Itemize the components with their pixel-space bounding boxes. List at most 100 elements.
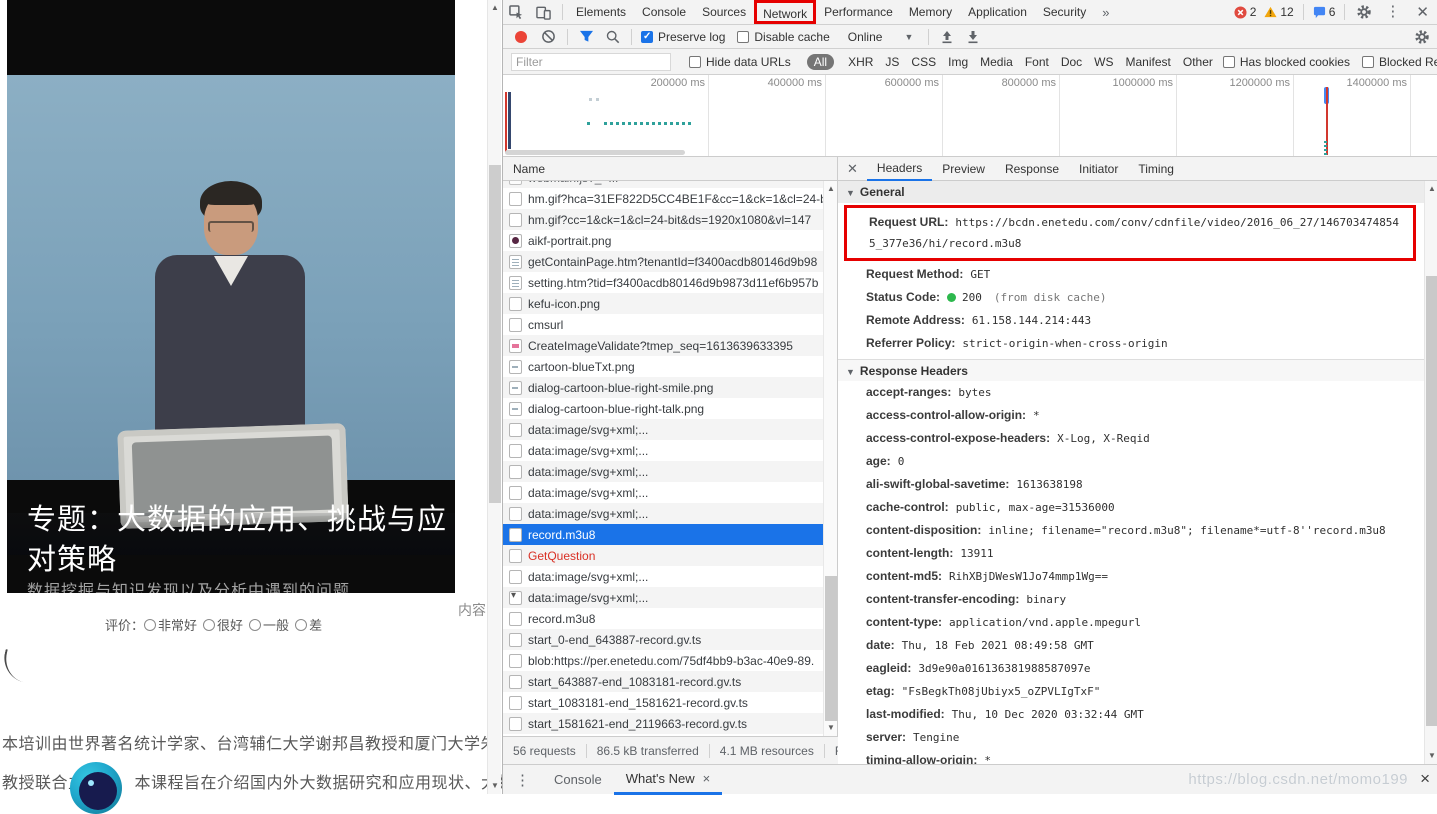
request-row[interactable]: record.m3u8 — [503, 608, 824, 629]
request-row[interactable]: data:image/svg+xml;... — [503, 587, 824, 608]
request-row[interactable]: CreateImageValidate?tmep_seq=16136396333… — [503, 335, 824, 356]
resource-type-filter[interactable]: XHR — [848, 55, 873, 69]
request-row[interactable]: dialog-cartoon-blue-right-smile.png — [503, 377, 824, 398]
request-row[interactable]: GetQuestion — [503, 545, 824, 566]
clear-network-log-icon[interactable] — [535, 25, 562, 49]
close-details-icon[interactable]: ✕ — [838, 161, 867, 177]
request-row[interactable]: data:image/svg+xml;... — [503, 482, 824, 503]
tab-timing[interactable]: Timing — [1128, 157, 1184, 181]
export-har-icon[interactable] — [960, 25, 986, 49]
filter-input[interactable] — [511, 53, 671, 71]
preserve-log-checkbox[interactable]: Preserve log — [641, 30, 725, 44]
issues-count-badge[interactable]: 6 — [1309, 5, 1340, 19]
search-icon[interactable] — [600, 25, 626, 49]
scroll-down-icon[interactable]: ▼ — [1425, 749, 1437, 763]
radio-icon[interactable] — [144, 619, 156, 631]
tab-memory[interactable]: Memory — [901, 0, 960, 24]
request-row[interactable]: data:image/svg+xml;... — [503, 419, 824, 440]
rating-option[interactable]: 很好 — [203, 615, 243, 634]
network-settings-gear-icon[interactable] — [1408, 25, 1437, 49]
inspect-element-icon[interactable] — [503, 0, 530, 24]
devtools-close-icon[interactable]: ✕ — [1407, 3, 1437, 21]
resource-type-filter[interactable]: Doc — [1061, 55, 1082, 69]
page-scrollbar-thumb[interactable] — [489, 165, 501, 503]
more-tabs-icon[interactable]: » — [1094, 5, 1117, 20]
tab-preview[interactable]: Preview — [932, 157, 995, 181]
request-row[interactable]: data:image/svg+xml;... — [503, 566, 824, 587]
request-row[interactable]: webmain.js?_=... — [503, 181, 824, 188]
request-row[interactable]: kefu-icon.png — [503, 293, 824, 314]
radio-icon[interactable] — [295, 619, 307, 631]
request-row[interactable]: start_643887-end_1083181-record.gv.ts — [503, 671, 824, 692]
tab-security[interactable]: Security — [1035, 0, 1094, 24]
resource-type-filter[interactable]: Manifest — [1126, 55, 1171, 69]
rating-option[interactable]: 一般 — [249, 615, 289, 634]
tab-initiator[interactable]: Initiator — [1069, 157, 1128, 181]
tab-elements[interactable]: Elements — [568, 0, 634, 24]
request-row[interactable]: start_1083181-end_1581621-record.gv.ts — [503, 692, 824, 713]
drawer-menu-icon[interactable]: ⋮ — [503, 771, 542, 789]
video-player[interactable]: 专题：大数据的应用、挑战与应对策略 数据挖掘与知识发现以及分析中遇到的问题 — [7, 0, 455, 593]
scroll-up-icon[interactable]: ▲ — [824, 182, 838, 196]
scroll-up-icon[interactable]: ▲ — [1425, 182, 1437, 196]
filter-funnel-icon[interactable] — [573, 25, 600, 49]
resource-type-filter[interactable]: CSS — [911, 55, 936, 69]
request-row[interactable]: data:image/svg+xml;... — [503, 440, 824, 461]
name-column-header[interactable]: Name — [503, 157, 837, 181]
resource-type-filter[interactable]: All — [807, 54, 834, 70]
resource-type-filter[interactable]: WS — [1094, 55, 1113, 69]
request-row[interactable]: blob:https://per.enetedu.com/75df4bb9-b3… — [503, 650, 824, 671]
tab-console[interactable]: Console — [634, 0, 694, 24]
checkbox-unchecked-icon[interactable] — [689, 56, 701, 68]
resource-type-filter[interactable]: Other — [1183, 55, 1213, 69]
request-row[interactable]: aikf-portrait.png — [503, 230, 824, 251]
import-har-icon[interactable] — [934, 25, 960, 49]
device-toolbar-icon[interactable] — [530, 0, 557, 24]
network-timeline-overview[interactable]: 200000 ms400000 ms600000 ms800000 ms1000… — [503, 75, 1437, 157]
resource-type-filter[interactable]: Img — [948, 55, 968, 69]
request-list-scrollbar-thumb[interactable] — [825, 576, 837, 721]
tab-application[interactable]: Application — [960, 0, 1035, 24]
warning-count-badge[interactable]: 12 — [1260, 5, 1297, 19]
radio-icon[interactable] — [203, 619, 215, 631]
checkbox-unchecked-icon[interactable] — [1223, 56, 1235, 68]
tab-headers[interactable]: Headers — [867, 157, 932, 181]
checkbox-checked-icon[interactable] — [641, 31, 653, 43]
details-scrollbar-thumb[interactable] — [1426, 276, 1437, 726]
watermark-close-icon[interactable]: × — [1420, 769, 1430, 789]
request-row[interactable]: hm.gif?hca=31EF822D5CC4BE1F&cc=1&ck=1&cl… — [503, 188, 824, 209]
page-scrollbar[interactable]: ▲ ▼ — [487, 0, 501, 794]
record-network-log-icon[interactable] — [515, 31, 527, 43]
request-row[interactable]: record.m3u8 — [503, 524, 824, 545]
request-list-scrollbar[interactable]: ▲ ▼ — [823, 181, 837, 736]
hide-data-urls-checkbox[interactable]: Hide data URLs — [689, 55, 791, 69]
request-row[interactable]: getContainPage.htm?tenantId=f3400acdb801… — [503, 251, 824, 272]
timeline-scroll-thumb[interactable] — [505, 150, 685, 155]
settings-gear-icon[interactable] — [1350, 0, 1378, 24]
has-blocked-cookies-checkbox[interactable]: Has blocked cookies — [1223, 55, 1350, 69]
rating-option[interactable]: 差 — [295, 615, 322, 634]
kebab-menu-icon[interactable]: ⋮ — [1378, 0, 1407, 24]
request-row[interactable]: start_0-end_643887-record.gv.ts — [503, 629, 824, 650]
tab-network[interactable]: Network — [754, 0, 816, 24]
details-scrollbar[interactable]: ▲ ▼ — [1424, 181, 1437, 764]
general-section-header[interactable]: ▼General — [838, 181, 1424, 203]
resource-type-filter[interactable]: Font — [1025, 55, 1049, 69]
request-row[interactable]: start_1581621-end_2119663-record.gv.ts — [503, 713, 824, 734]
radio-icon[interactable] — [249, 619, 261, 631]
request-row[interactable]: hm.gif?cc=1&ck=1&cl=24-bit&ds=1920x1080&… — [503, 209, 824, 230]
tab-response[interactable]: Response — [995, 157, 1069, 181]
error-count-badge[interactable]: 2 — [1230, 5, 1261, 19]
request-row[interactable]: dialog-cartoon-blue-right-talk.png — [503, 398, 824, 419]
scroll-up-icon[interactable]: ▲ — [488, 1, 502, 15]
tab-performance[interactable]: Performance — [816, 0, 901, 24]
request-row[interactable]: data:image/svg+xml;... — [503, 461, 824, 482]
scroll-down-icon[interactable]: ▼ — [488, 779, 502, 793]
checkbox-unchecked-icon[interactable] — [1362, 56, 1374, 68]
request-row[interactable]: cartoon-blueTxt.png — [503, 356, 824, 377]
disable-cache-checkbox[interactable]: Disable cache — [737, 30, 829, 44]
request-row[interactable]: cmsurl — [503, 314, 824, 335]
tab-sources[interactable]: Sources — [694, 0, 754, 24]
drawer-tab-console[interactable]: Console — [542, 765, 614, 795]
request-row[interactable]: data:image/svg+xml;... — [503, 503, 824, 524]
